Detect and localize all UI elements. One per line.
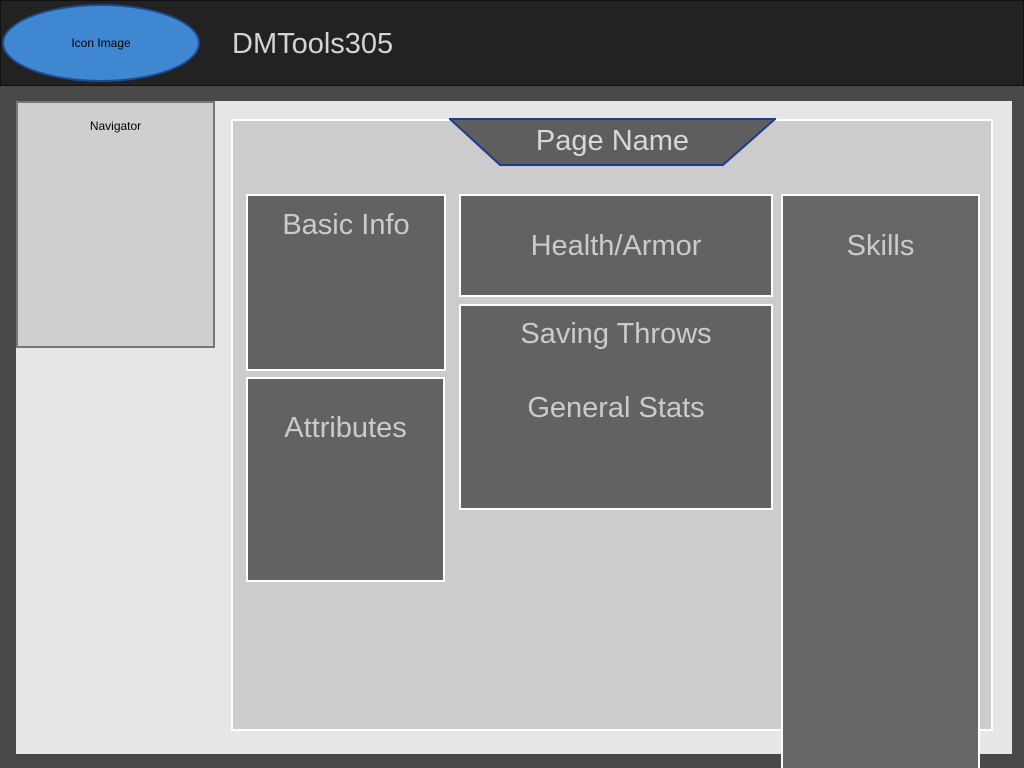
health-armor-panel[interactable]: Health/Armor [459,194,773,297]
logo-icon[interactable]: Icon Image [2,4,200,82]
attributes-title: Attributes [284,412,407,444]
logo-label: Icon Image [71,36,131,50]
attributes-panel[interactable]: Attributes [246,377,445,582]
skills-title: Skills [846,230,915,262]
basic-info-panel[interactable]: Basic Info [246,194,446,371]
skills-panel[interactable]: Skills [781,194,980,768]
saving-throws-panel[interactable]: Saving Throws General Stats [459,304,773,510]
header-bar: Icon Image DMTools305 [0,0,1024,86]
navigator-panel[interactable]: Navigator [16,101,215,348]
basic-info-title: Basic Info [282,209,410,241]
saving-throws-title: Saving Throws [520,318,712,350]
app-window: Icon Image DMTools305 Navigator Page Nam… [0,0,1024,768]
general-stats-title: General Stats [527,392,705,424]
navigator-label: Navigator [89,119,142,133]
health-armor-title: Health/Armor [530,230,702,262]
page-name-label: Page Name [535,125,690,157]
page-name-tab[interactable]: Page Name [449,118,776,166]
app-title: DMTools305 [232,28,394,60]
